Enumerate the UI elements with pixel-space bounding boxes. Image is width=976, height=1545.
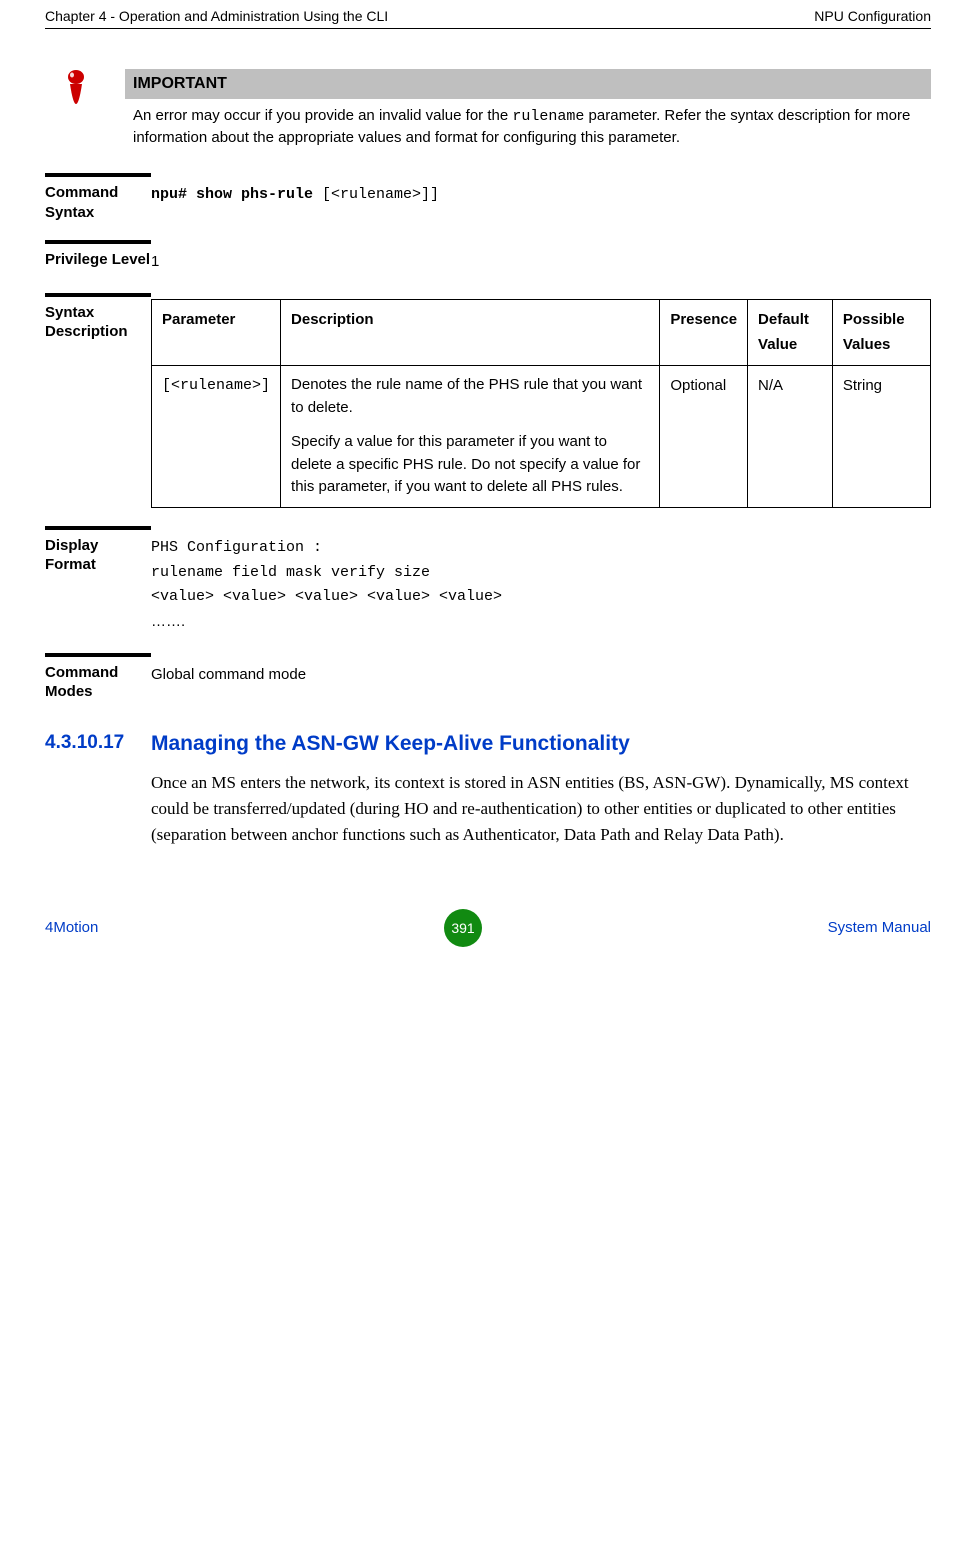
display-format-value: PHS Configuration : rulename field mask … xyxy=(151,526,931,635)
page-footer: 4Motion 391 System Manual xyxy=(0,909,976,972)
cell-description: Denotes the rule name of the PHS rule th… xyxy=(281,366,660,508)
page-header: Chapter 4 - Operation and Administration… xyxy=(45,0,931,29)
command-modes-block: Command Modes Global command mode xyxy=(45,653,931,702)
table-header-row: Parameter Description Presence Default V… xyxy=(152,299,931,366)
privilege-value: 1 xyxy=(151,240,931,275)
command-syntax-label: Command Syntax xyxy=(45,173,151,222)
th-default: Default Value xyxy=(748,299,833,366)
header-right: NPU Configuration xyxy=(814,8,931,24)
command-modes-value: Global command mode xyxy=(151,653,931,688)
display-format-label: Display Format xyxy=(45,526,151,575)
th-possible: Possible Values xyxy=(832,299,930,366)
footer-right: System Manual xyxy=(828,919,931,936)
footer-left: 4Motion xyxy=(45,919,98,936)
display-format-block: Display Format PHS Configuration : rulen… xyxy=(45,526,931,635)
syntax-description-block: Syntax Description Parameter Description… xyxy=(45,293,931,508)
header-left: Chapter 4 - Operation and Administration… xyxy=(45,8,388,24)
command-syntax-value: npu# show phs-rule [<rulename>]] xyxy=(151,173,931,208)
page-number-badge: 391 xyxy=(444,909,482,947)
important-title: IMPORTANT xyxy=(125,69,931,99)
syntax-description-label: Syntax Description xyxy=(45,293,151,342)
heading-title: Managing the ASN-GW Keep-Alive Functiona… xyxy=(151,732,931,756)
body-paragraph: Once an MS enters the network, its conte… xyxy=(151,770,931,849)
cell-possible: String xyxy=(832,366,930,508)
important-text: An error may occur if you provide an inv… xyxy=(125,99,931,148)
privilege-block: Privilege Level 1 xyxy=(45,240,931,275)
important-callout: IMPORTANT An error may occur if you prov… xyxy=(45,69,931,148)
important-icon xyxy=(45,69,125,129)
privilege-label: Privilege Level xyxy=(45,240,151,270)
heading-number: 4.3.10.17 xyxy=(45,732,151,754)
syntax-table: Parameter Description Presence Default V… xyxy=(151,299,931,508)
section-heading: 4.3.10.17 Managing the ASN-GW Keep-Alive… xyxy=(45,732,931,756)
th-description: Description xyxy=(281,299,660,366)
table-row: [<rulename>] Denotes the rule name of th… xyxy=(152,366,931,508)
command-syntax-block: Command Syntax npu# show phs-rule [<rule… xyxy=(45,173,931,222)
cell-default: N/A xyxy=(748,366,833,508)
command-modes-label: Command Modes xyxy=(45,653,151,702)
th-presence: Presence xyxy=(660,299,748,366)
cell-presence: Optional xyxy=(660,366,748,508)
cell-parameter: [<rulename>] xyxy=(152,366,281,508)
th-parameter: Parameter xyxy=(152,299,281,366)
